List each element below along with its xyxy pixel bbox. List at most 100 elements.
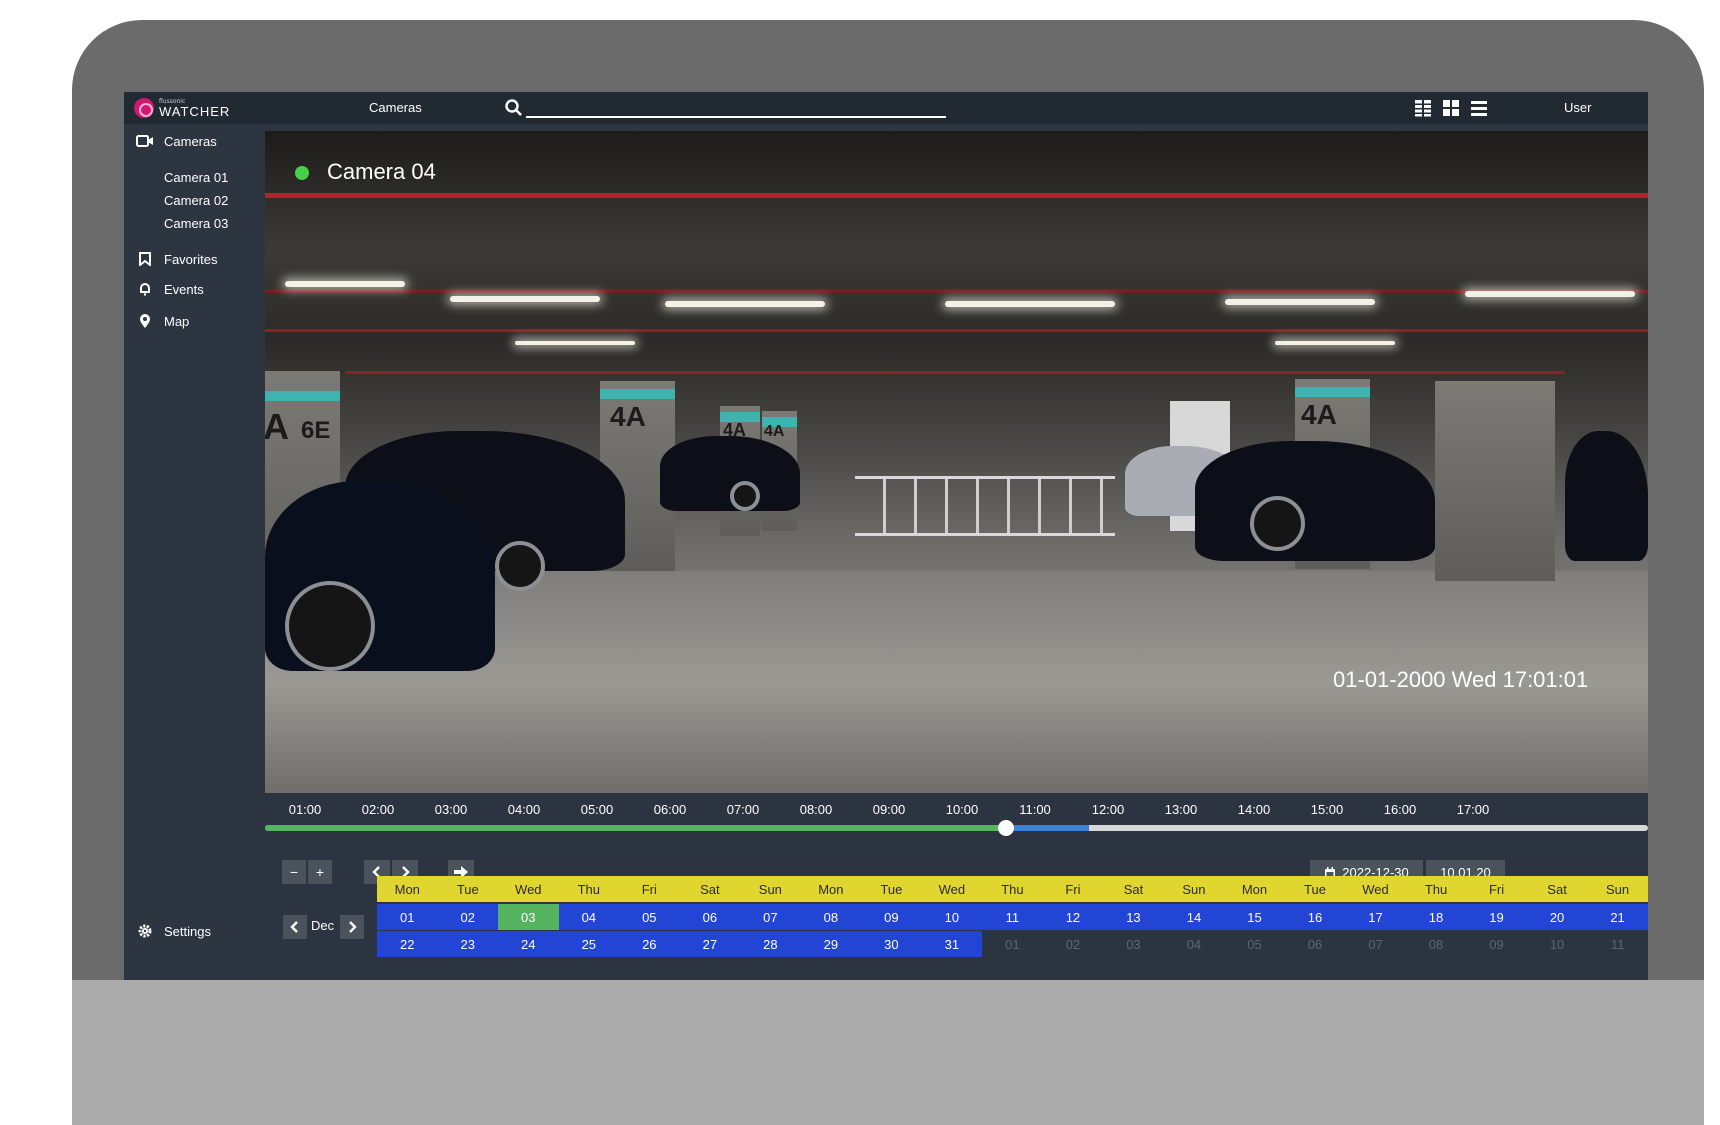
search-input[interactable]: [526, 116, 946, 118]
weekday-header: Sat: [1103, 876, 1164, 902]
calendar-day[interactable]: 28: [740, 931, 801, 957]
timeline-hour-label: 05:00: [580, 802, 614, 817]
timeline-hour-label: 12:00: [1091, 802, 1125, 817]
sidebar-camera-item[interactable]: Camera 01: [164, 170, 228, 185]
pillar-sign: A: [265, 406, 289, 447]
user-menu[interactable]: User: [1564, 100, 1591, 115]
timeline-hour-label: 03:00: [434, 802, 468, 817]
calendar-day[interactable]: 13: [1103, 904, 1164, 930]
calendar-day[interactable]: 05: [619, 904, 680, 930]
list-view-icon[interactable]: [1470, 99, 1488, 117]
timeline-playhead[interactable]: [998, 820, 1015, 836]
calendar-day[interactable]: 14: [1163, 904, 1225, 930]
sidebar-item-label: Map: [164, 313, 190, 329]
ceiling-light: [1465, 291, 1635, 297]
weekday-header: Mon: [1224, 876, 1285, 902]
ceiling-pipe: [345, 371, 1565, 374]
weekday-header: Tue: [861, 876, 922, 902]
calendar-day-next-month: 01: [1005, 936, 1020, 952]
timeline-hour-label: 10:00: [945, 802, 979, 817]
sidebar-item-favorites[interactable]: Favorites: [136, 250, 217, 268]
weekday-header: Thu: [558, 876, 620, 902]
camera-status-dot: [295, 166, 309, 180]
grid-2x2-view-icon[interactable]: [1442, 99, 1460, 117]
weekday-header: Sun: [1587, 876, 1648, 902]
calendar-day[interactable]: 19: [1466, 904, 1527, 930]
calendar-day[interactable]: 06: [679, 904, 741, 930]
zoom-out-button[interactable]: −: [282, 860, 306, 884]
calendar-day[interactable]: 26: [619, 931, 680, 957]
calendar-day[interactable]: 17: [1345, 904, 1406, 930]
brand-logo[interactable]: flussonic WATCHER: [134, 98, 230, 118]
sidebar-item-label: Events: [164, 281, 204, 297]
calendar-day[interactable]: 10: [921, 904, 983, 930]
calendar-day[interactable]: 24: [498, 931, 559, 957]
weekday-header: Fri: [1042, 876, 1104, 902]
timeline-recorded-segment: [265, 825, 1007, 831]
zoom-in-button[interactable]: +: [308, 860, 332, 884]
prev-month-button[interactable]: [283, 915, 307, 939]
ceiling-light: [1225, 299, 1375, 305]
calendar-day-next-month: 11: [1610, 936, 1625, 952]
search-icon[interactable]: [504, 98, 524, 118]
pillar: [1435, 381, 1555, 581]
pillar-sign: 4A: [1301, 399, 1337, 430]
sidebar-item-settings[interactable]: Settings: [136, 922, 211, 940]
calendar-day[interactable]: 04: [558, 904, 620, 930]
ceiling-light: [450, 296, 600, 302]
sidebar-camera-item[interactable]: Camera 02: [164, 193, 228, 208]
camera-video-feed[interactable]: A 6E 4A 4A 4A 4A Camera 04 01-01-2000 We…: [265, 131, 1648, 793]
weekday-header: Tue: [437, 876, 499, 902]
timeline-hour-label: 11:00: [1019, 802, 1051, 817]
search-bar[interactable]: [504, 98, 946, 118]
sidebar-item-cameras[interactable]: Cameras: [136, 132, 217, 150]
calendar-day[interactable]: 01: [377, 904, 438, 930]
calendar-day[interactable]: 08: [800, 904, 862, 930]
calendar-day-next-month: 03: [1126, 936, 1141, 952]
calendar-day[interactable]: 20: [1526, 904, 1588, 930]
grid-4x4-view-icon[interactable]: [1414, 99, 1432, 117]
calendar-day[interactable]: 09: [861, 904, 922, 930]
weekday-header: Wed: [1345, 876, 1406, 902]
top-section-title[interactable]: Cameras: [369, 100, 422, 115]
calendar-day[interactable]: 15: [1224, 904, 1285, 930]
timeline-hour-label: 16:00: [1383, 802, 1417, 817]
calendar-day[interactable]: 30: [861, 931, 922, 957]
sidebar-item-events[interactable]: Events: [136, 280, 204, 298]
sidebar-item-label: Favorites: [164, 251, 218, 267]
calendar-day[interactable]: 11: [982, 904, 1043, 930]
calendar-day[interactable]: 18: [1405, 904, 1467, 930]
calendar-day[interactable]: 21: [1587, 904, 1648, 930]
ceiling-light: [945, 301, 1115, 307]
calendar-day[interactable]: 31: [921, 931, 983, 957]
calendar-day[interactable]: 16: [1284, 904, 1346, 930]
weekday-header: Tue: [1284, 876, 1346, 902]
calendar-day-selected[interactable]: 03: [498, 904, 559, 930]
timeline-hour-label: 13:00: [1164, 802, 1198, 817]
calendar-day[interactable]: 29: [800, 931, 862, 957]
ceiling-light: [1275, 341, 1395, 345]
calendar-day[interactable]: 07: [740, 904, 801, 930]
weekday-header: Fri: [1466, 876, 1527, 902]
ceiling-light: [285, 281, 405, 287]
calendar-day[interactable]: 27: [679, 931, 741, 957]
timeline-hour-labels: 01:00 02:00 03:00 04:00 05:00 06:00 07:00 08:00…: [265, 798, 1648, 820]
timeline-hour-label: 02:00: [361, 802, 395, 817]
timeline-hour-label: 08:00: [799, 802, 833, 817]
calendar-day-next-month: 04: [1186, 936, 1202, 952]
calendar-day[interactable]: 23: [437, 931, 499, 957]
timeline-selected-segment: [1006, 825, 1090, 831]
sidebar-camera-item[interactable]: Camera 03: [164, 216, 228, 231]
calendar-day[interactable]: 22: [377, 931, 438, 957]
weekday-header: Sat: [679, 876, 741, 902]
calendar-week-row: 22 23 24 25 26 27 28 29 30 31 01 02 03 04 05 06 07 08 09 10…: [377, 931, 1648, 957]
calendar-day[interactable]: 12: [1042, 904, 1104, 930]
ceiling-light: [515, 341, 635, 345]
weekday-header: Wed: [921, 876, 983, 902]
next-month-button[interactable]: [340, 915, 364, 939]
calendar-day[interactable]: 02: [437, 904, 499, 930]
sidebar-item-map[interactable]: Map: [136, 312, 189, 330]
calendar-day[interactable]: 25: [558, 931, 620, 957]
calendar-day-next-month: 10: [1549, 936, 1565, 952]
timeline-hour-label: 17:00: [1456, 802, 1490, 817]
